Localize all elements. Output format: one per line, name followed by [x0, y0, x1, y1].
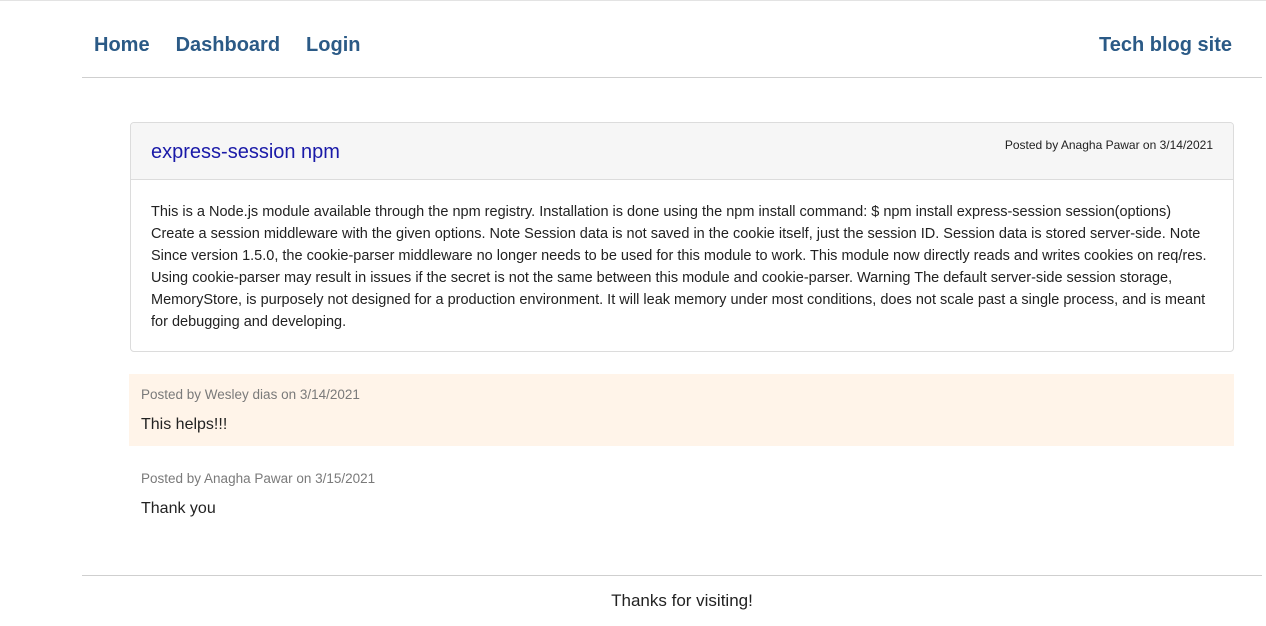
comment-item: Posted by Anagha Pawar on 3/15/2021 Than…: [129, 458, 1234, 528]
site-title-link[interactable]: Tech blog site: [1099, 33, 1232, 57]
post-meta: Posted by Anagha Pawar on 3/14/2021: [1004, 138, 1213, 152]
post-card: express-session npm Posted by Anagha Paw…: [130, 122, 1234, 352]
site-header: Home Dashboard Login Tech blog site: [82, 0, 1262, 78]
comment-text: Thank you: [141, 500, 216, 517]
footer-divider: [82, 575, 1262, 576]
post-header: express-session npm Posted by Anagha Paw…: [131, 123, 1233, 180]
footer-text: Thanks for visiting!: [611, 591, 753, 610]
nav-link-login[interactable]: Login: [306, 33, 360, 57]
post-title[interactable]: express-session npm: [151, 140, 340, 164]
comment-text: This helps!!!: [141, 416, 228, 433]
main-nav: Home Dashboard Login: [94, 33, 360, 57]
nav-link-dashboard[interactable]: Dashboard: [176, 33, 280, 57]
post-body: This is a Node.js module available throu…: [151, 204, 1207, 330]
comment-meta: Posted by Anagha Pawar on 3/15/2021: [141, 471, 376, 486]
comment-meta: Posted by Wesley dias on 3/14/2021: [141, 387, 360, 402]
nav-link-home[interactable]: Home: [94, 33, 150, 57]
comment-item: Posted by Wesley dias on 3/14/2021 This …: [129, 374, 1234, 446]
